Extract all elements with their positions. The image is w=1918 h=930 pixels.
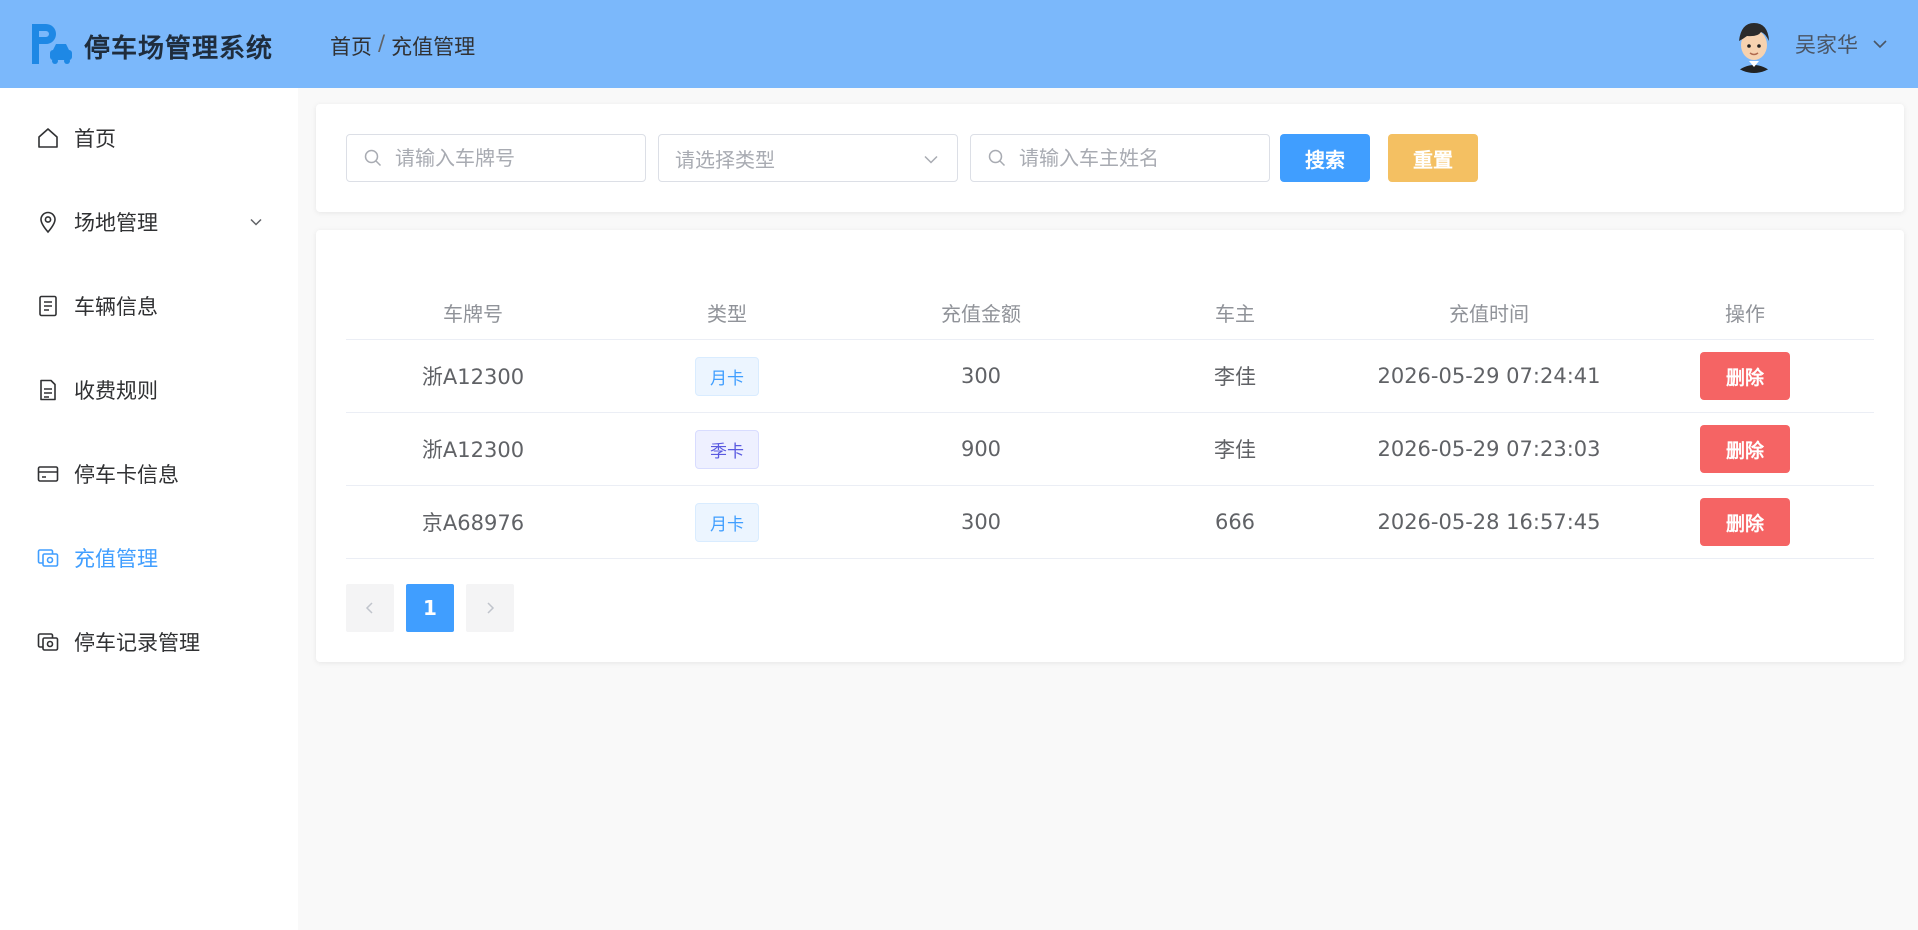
- chevron-left-icon: [365, 602, 373, 614]
- sidebar-item-site-management[interactable]: 场地管理: [0, 192, 298, 252]
- file-icon: [36, 378, 60, 402]
- page-number-button[interactable]: 1: [406, 584, 454, 632]
- time-cell: 2026-05-29 07:24:41: [1377, 364, 1601, 388]
- sidebar-item-parking-records[interactable]: 停车记录管理: [0, 612, 298, 672]
- plate-cell: 浙A12300: [421, 438, 525, 462]
- column-header: 类型: [707, 302, 747, 326]
- time-cell: 2026-05-29 07:23:03: [1377, 437, 1601, 461]
- recharge-table: 车牌号 类型 充值金额 车主 充值时间 操作 浙A12300 月卡 300 李佳…: [346, 286, 1874, 559]
- pagination: 1: [346, 584, 514, 632]
- table-row: 浙A12300 季卡 900 李佳 2026-05-29 07:23:03 删除: [346, 413, 1874, 486]
- owner-search-field[interactable]: [970, 134, 1270, 182]
- avatar[interactable]: [1725, 15, 1783, 73]
- home-icon: [36, 126, 60, 150]
- amount-cell: 300: [960, 364, 1002, 388]
- table-row: 京A68976 月卡 300 666 2026-05-28 16:57:45 删…: [346, 486, 1874, 559]
- next-page-button[interactable]: [466, 584, 514, 632]
- chevron-down-icon: [924, 155, 938, 164]
- wallet-icon: [36, 546, 60, 570]
- user-avatar-icon: [1725, 15, 1783, 73]
- parking-logo-icon: [32, 24, 72, 64]
- search-icon: [364, 149, 382, 167]
- delete-button[interactable]: 删除: [1700, 498, 1790, 546]
- table-header-row: 车牌号 类型 充值金额 车主 充值时间 操作: [346, 286, 1874, 340]
- sidebar-item-label: 充值管理: [74, 547, 158, 571]
- type-select-placeholder: 请选择类型: [675, 147, 775, 172]
- type-tag: 季卡: [695, 429, 759, 469]
- column-header: 车主: [1215, 302, 1255, 326]
- type-tag: 月卡: [695, 502, 759, 542]
- table-row: 浙A12300 月卡 300 李佳 2026-05-29 07:24:41 删除: [346, 340, 1874, 413]
- breadcrumb: 首页 / 充值管理: [330, 31, 475, 61]
- delete-button[interactable]: 删除: [1700, 352, 1790, 400]
- user-menu[interactable]: 吴家华: [1725, 14, 1890, 74]
- user-name[interactable]: 吴家华: [1795, 29, 1858, 59]
- column-header: 车牌号: [443, 302, 503, 326]
- search-panel: 请选择类型 搜索 重置: [316, 104, 1904, 212]
- column-header: 充值时间: [1449, 302, 1529, 326]
- document-icon: [36, 294, 60, 318]
- breadcrumb-home[interactable]: 首页: [330, 31, 372, 61]
- record-icon: [36, 630, 60, 654]
- plate-search-field[interactable]: [346, 134, 646, 182]
- amount-cell: 300: [960, 510, 1002, 534]
- search-button[interactable]: 搜索: [1280, 134, 1370, 182]
- owner-cell: 李佳: [1214, 365, 1256, 389]
- column-header: 充值金额: [941, 302, 1021, 326]
- chevron-down-icon[interactable]: [246, 212, 266, 232]
- column-header: 操作: [1725, 302, 1765, 326]
- sidebar-item-recharge[interactable]: 充值管理: [0, 528, 298, 588]
- app-title: 停车场管理系统: [84, 34, 274, 64]
- plate-cell: 京A68976: [421, 511, 525, 535]
- chevron-down-icon[interactable]: [1870, 34, 1890, 54]
- prev-page-button[interactable]: [346, 584, 394, 632]
- owner-cell: 李佳: [1214, 438, 1256, 462]
- breadcrumb-separator: /: [378, 31, 386, 55]
- sidebar-item-label: 首页: [74, 127, 116, 151]
- sidebar-item-fee-rules[interactable]: 收费规则: [0, 360, 298, 420]
- sidebar-item-label: 场地管理: [74, 211, 158, 235]
- plate-cell: 浙A12300: [421, 365, 525, 389]
- sidebar-item-home[interactable]: 首页: [0, 108, 298, 168]
- search-icon: [988, 149, 1006, 167]
- credit-card-icon: [36, 462, 60, 486]
- breadcrumb-current: 充值管理: [391, 35, 476, 59]
- type-select[interactable]: 请选择类型: [658, 134, 958, 182]
- sidebar-item-label: 收费规则: [74, 379, 158, 403]
- location-icon: [36, 210, 60, 234]
- owner-cell: 666: [1214, 510, 1256, 534]
- amount-cell: 900: [960, 437, 1002, 461]
- delete-button[interactable]: 删除: [1700, 425, 1790, 473]
- sidebar-item-label: 停车卡信息: [74, 463, 179, 487]
- time-cell: 2026-05-28 16:57:45: [1377, 510, 1601, 534]
- sidebar-item-vehicle-info[interactable]: 车辆信息: [0, 276, 298, 336]
- type-tag: 月卡: [695, 356, 759, 396]
- sidebar-item-label: 车辆信息: [74, 295, 158, 319]
- main-content: 请选择类型 搜索 重置 车牌号 类型 充值金额 车主 充值时间 操作 浙A123…: [298, 88, 1918, 930]
- top-header: 停车场管理系统 首页 / 充值管理 吴家华: [0, 0, 1918, 88]
- sidebar-item-parking-card[interactable]: 停车卡信息: [0, 444, 298, 504]
- sidebar: 首页 场地管理 车辆信息 收费规则 停车卡信息 充值管理 停车记录管理: [0, 88, 298, 930]
- sidebar-item-label: 停车记录管理: [74, 631, 200, 655]
- reset-button[interactable]: 重置: [1388, 134, 1478, 182]
- chevron-right-icon: [487, 602, 495, 614]
- plate-search-input[interactable]: [395, 146, 645, 170]
- owner-search-input[interactable]: [1019, 146, 1269, 170]
- recharge-table-panel: 车牌号 类型 充值金额 车主 充值时间 操作 浙A12300 月卡 300 李佳…: [316, 230, 1904, 662]
